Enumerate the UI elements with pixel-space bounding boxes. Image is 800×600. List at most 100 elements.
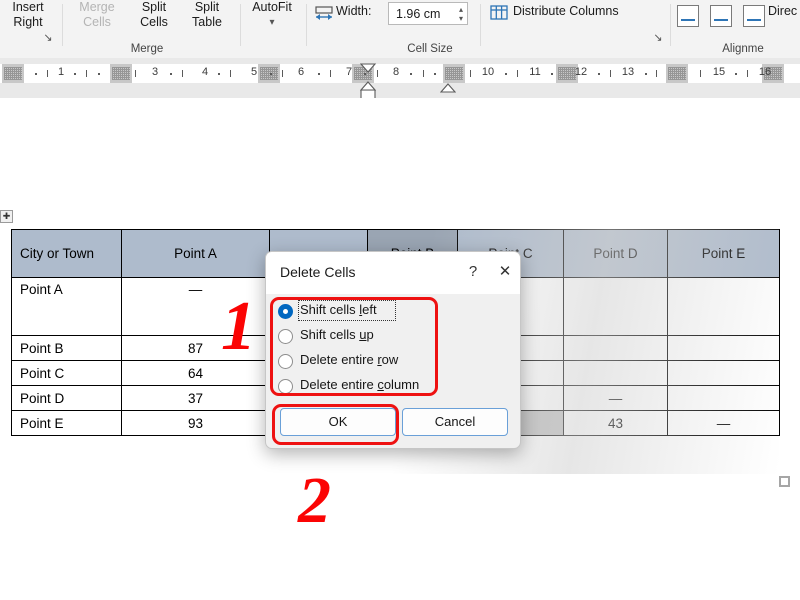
cell-row4-col6[interactable]: —: [668, 411, 780, 436]
ribbon-separator-1: [62, 4, 63, 46]
ruler-number-11: 11: [528, 66, 542, 78]
rows-columns-dialog-launcher-icon[interactable]: ↘: [42, 32, 54, 44]
header-point-e[interactable]: Point E: [668, 230, 780, 278]
ruler-track[interactable]: 1 3 4 5 6 7 8 10 11 12 13 15 16: [0, 64, 800, 83]
header-city-or-town[interactable]: City or Town: [12, 230, 122, 278]
ruler-number-5: 5: [247, 66, 261, 78]
table-resize-handle[interactable]: [779, 476, 790, 487]
align-bottom-center-button[interactable]: [710, 5, 732, 27]
merge-cells-button: Merge Cells: [68, 0, 126, 30]
ribbon-separator-5: [670, 4, 671, 46]
radio-delete-entire-column-label: Delete entire column: [300, 377, 419, 392]
insert-right-label-line2: Right: [2, 15, 54, 30]
ruler-tab-stop-2[interactable]: [258, 64, 280, 83]
annotation-step-1: 1: [221, 292, 256, 362]
header-point-d[interactable]: Point D: [564, 230, 668, 278]
ruler-tab-stop-6[interactable]: [666, 64, 688, 83]
horizontal-ruler[interactable]: 1 3 4 5 6 7 8 10 11 12 13 15 16: [0, 58, 800, 98]
dialog-body: Shift cells left Shift cells up Delete e…: [266, 294, 520, 448]
ribbon: Insert Right ↘ Merge Cells Split Cells S…: [0, 0, 800, 59]
ribbon-separator-3: [306, 4, 307, 46]
split-cells-button[interactable]: Split Cells: [128, 0, 180, 30]
radio-delete-entire-row-label: Delete entire row: [300, 352, 398, 367]
ruler-number-7: 7: [342, 66, 356, 78]
ruler-number-10: 10: [481, 66, 495, 78]
dialog-title: Delete Cells: [280, 264, 355, 280]
cell-row3-col0[interactable]: Point D: [12, 386, 122, 411]
ruler-number-15: 15: [712, 66, 726, 78]
cell-row1-col5[interactable]: [564, 336, 668, 361]
width-spinner-up-icon[interactable]: ▴: [459, 6, 463, 14]
close-icon[interactable]: ✕: [494, 261, 516, 283]
cell-size-dialog-launcher-icon[interactable]: ↘: [652, 32, 664, 44]
cell-row1-col6[interactable]: [668, 336, 780, 361]
ruler-number-13: 13: [621, 66, 635, 78]
cell-row3-col1[interactable]: 37: [122, 386, 270, 411]
column-width-icon: [313, 6, 335, 22]
table-move-handle-icon[interactable]: ✚: [0, 210, 13, 223]
text-direction-button[interactable]: Direc: [768, 4, 797, 19]
cell-row0-col5[interactable]: [564, 278, 668, 336]
ribbon-separator-4: [480, 4, 481, 46]
distribute-columns-icon: [490, 4, 508, 22]
merge-cells-label-line2: Cells: [68, 15, 126, 30]
insert-right-button[interactable]: Insert Right: [2, 0, 54, 30]
ok-button[interactable]: OK: [280, 408, 396, 436]
first-line-indent-marker[interactable]: [360, 60, 376, 78]
radio-delete-entire-row-indicator[interactable]: [278, 354, 293, 369]
cell-row0-col0[interactable]: Point A: [12, 278, 122, 336]
ruler-number-3: 3: [148, 66, 162, 78]
cell-row0-col6[interactable]: [668, 278, 780, 336]
width-input-value: 1.96 cm: [396, 7, 440, 21]
ruler-number-16: 16: [758, 66, 772, 78]
cell-row4-col1[interactable]: 93: [122, 411, 270, 436]
cell-row4-col0[interactable]: Point E: [12, 411, 122, 436]
word-document-window: Insert Right ↘ Merge Cells Split Cells S…: [0, 0, 800, 600]
radio-delete-entire-column-indicator[interactable]: [278, 379, 293, 394]
width-label: Width:: [336, 4, 378, 19]
cell-row1-col0[interactable]: Point B: [12, 336, 122, 361]
ruler-number-4: 4: [198, 66, 212, 78]
split-cells-label-line1: Split: [128, 0, 180, 15]
ruler-number-8: 8: [389, 66, 403, 78]
align-bottom-left-button[interactable]: [677, 5, 699, 27]
cell-size-group-label: Cell Size: [385, 43, 475, 55]
split-table-button[interactable]: Split Table: [180, 0, 234, 30]
ruler-tab-stop-0[interactable]: [2, 64, 24, 83]
help-icon[interactable]: ?: [462, 261, 484, 283]
alignment-group-label: Alignme: [700, 43, 786, 55]
merge-cells-label-line1: Merge: [68, 0, 126, 15]
radio-shift-cells-up-indicator[interactable]: [278, 329, 293, 344]
autofit-label: AutoFit: [244, 0, 300, 15]
cell-row2-col5[interactable]: [564, 361, 668, 386]
width-spinner-down-icon[interactable]: ▾: [459, 15, 463, 23]
radio-shift-cells-left-label: Shift cells left: [300, 302, 377, 317]
annotation-step-2: 2: [298, 468, 331, 534]
ruler-number-1: 1: [54, 66, 68, 78]
cell-row4-col5[interactable]: 43: [564, 411, 668, 436]
ribbon-separator-2: [240, 4, 241, 46]
radio-shift-cells-left-indicator[interactable]: [278, 304, 293, 319]
chevron-down-icon[interactable]: ▾: [244, 18, 300, 28]
align-bottom-right-button[interactable]: [743, 5, 765, 27]
split-cells-label-line2: Cells: [128, 15, 180, 30]
ruler-number-12: 12: [574, 66, 588, 78]
delete-cells-dialog[interactable]: Delete Cells ? ✕ Shift cells left Shift …: [265, 251, 521, 449]
cell-row2-col6[interactable]: [668, 361, 780, 386]
radio-shift-cells-up-label: Shift cells up: [300, 327, 374, 342]
cell-row3-col5[interactable]: —: [564, 386, 668, 411]
split-table-label-line1: Split: [180, 0, 234, 15]
ruler-tab-stop-1[interactable]: [110, 64, 132, 83]
cell-row3-col6[interactable]: [668, 386, 780, 411]
distribute-columns-button[interactable]: Distribute Columns: [513, 4, 619, 19]
width-input[interactable]: 1.96 cm ▴ ▾: [388, 2, 468, 25]
cancel-button[interactable]: Cancel: [402, 408, 508, 436]
split-table-label-line2: Table: [180, 15, 234, 30]
merge-group-label: Merge: [112, 43, 182, 55]
right-indent-marker[interactable]: [440, 80, 456, 98]
dialog-title-bar: Delete Cells ? ✕: [266, 252, 520, 294]
ruler-number-6: 6: [294, 66, 308, 78]
header-point-a[interactable]: Point A: [122, 230, 270, 278]
autofit-button[interactable]: AutoFit ▾: [244, 0, 300, 28]
cell-row2-col0[interactable]: Point C: [12, 361, 122, 386]
